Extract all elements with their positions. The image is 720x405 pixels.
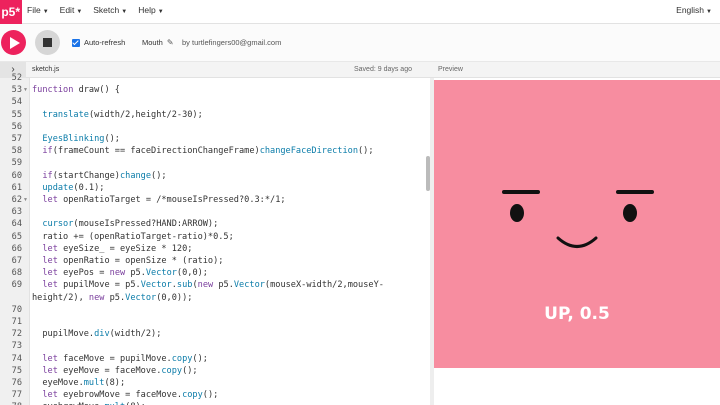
code-line: let eyePos = new p5.Vector(0,0); <box>42 268 208 279</box>
code-line: pupilMove.div(width/2); <box>32 329 162 340</box>
code-line: let pupilMove = p5.Vector.sub(new p5.Vec… <box>42 280 384 291</box>
editor-header: › sketch.js Saved: 9 days ago Preview <box>0 62 720 78</box>
chevron-down-icon: ▼ <box>121 9 128 15</box>
code-line: let openRatio = openSize * (ratio); <box>42 256 224 266</box>
sketch-owner: by turtlefingers00@gmail.com <box>182 38 282 47</box>
line-number: 56 <box>11 121 22 132</box>
line-number: 67 <box>11 256 22 266</box>
fold-icon[interactable]: ▼ <box>23 194 28 206</box>
line-number: 77 <box>11 390 22 401</box>
fold-icon[interactable]: ▼ <box>23 84 28 96</box>
line-number: 72 <box>11 329 22 340</box>
preview-label: Preview <box>438 66 463 73</box>
code-line: let openRatioTarget = /*mouseIsPressed?0… <box>42 195 286 205</box>
right-eye <box>623 204 637 222</box>
sketch-name-label: Mouth <box>142 38 163 47</box>
preview-status-text: UP, 0.5 <box>544 304 610 324</box>
line-number: 75 <box>11 365 22 376</box>
language-label: English <box>676 5 705 15</box>
line-number: 76 <box>11 378 22 388</box>
menu-help-label: Help <box>138 5 156 15</box>
preview-canvas[interactable]: UP, 0.5 <box>434 80 720 368</box>
line-number: 59 <box>11 158 22 169</box>
line-number: 64 <box>11 219 22 230</box>
code-line: let eyeMove = faceMove.copy(); <box>42 365 198 376</box>
line-number: 57 <box>11 134 22 144</box>
line-number: 53 <box>11 85 22 96</box>
sketch-name[interactable]: Mouth ✎ <box>142 38 174 47</box>
saved-status: Saved: 9 days ago <box>354 66 412 73</box>
code-line: update(0.1); <box>42 182 105 193</box>
stop-button[interactable] <box>35 30 60 55</box>
code-editor[interactable]: function draw() { translate(width/2,heig… <box>30 78 430 405</box>
code-line: cursor(mouseIsPressed?HAND:ARROW); <box>42 219 219 230</box>
code-line: height/2), new p5.Vector(0,0)); <box>32 292 193 303</box>
file-name: sketch.js <box>32 66 60 73</box>
line-number: 74 <box>11 353 22 364</box>
code-line: eyeMove.mult(8); <box>32 378 126 388</box>
line-number: 54 <box>11 97 22 108</box>
code-line: let eyeSize_ = eyeSize * 120; <box>42 243 193 254</box>
code-line: EyesBlinking(); <box>42 134 120 144</box>
line-number: 52 <box>11 73 22 83</box>
line-number: 62 <box>11 195 22 205</box>
line-number: 78 <box>0 401 22 405</box>
auto-refresh-checkbox[interactable] <box>72 38 80 47</box>
menu-file[interactable]: File ▼ <box>27 5 49 15</box>
face-drawing <box>502 190 654 248</box>
code-line: let eyebrowMove = faceMove.copy(); <box>42 390 219 401</box>
left-eye <box>510 204 524 222</box>
code-line: let faceMove = pupilMove.copy(); <box>42 353 208 364</box>
line-number: 69 <box>11 280 22 291</box>
code-line: function draw() { <box>32 85 120 96</box>
chevron-down-icon: ▼ <box>706 9 712 15</box>
pencil-icon[interactable]: ✎ <box>167 38 174 47</box>
play-button[interactable] <box>1 30 26 55</box>
chevron-down-icon: ▼ <box>76 9 83 15</box>
code-line: translate(width/2,height/2-30); <box>42 109 203 120</box>
menu-sketch-label: Sketch <box>93 5 120 15</box>
line-number: 70 <box>11 304 22 315</box>
line-number: 63 <box>11 207 22 218</box>
chevron-down-icon: ▼ <box>157 9 164 15</box>
menu-bar: p5* File ▼ Edit ▼ Sketch ▼ Help ▼ English ▼ <box>0 0 720 24</box>
preview-blank-area <box>434 368 720 405</box>
line-number: 55 <box>11 109 22 120</box>
menu-edit-label: Edit <box>59 5 75 15</box>
chevron-down-icon: ▼ <box>42 9 49 15</box>
menu-edit[interactable]: Edit ▼ <box>60 5 83 15</box>
line-number: 71 <box>11 317 22 327</box>
line-number: 58 <box>11 146 22 157</box>
menu-sketch[interactable]: Sketch ▼ <box>93 5 127 15</box>
line-number: 68 <box>11 268 22 279</box>
menu-file-label: File <box>27 5 41 15</box>
auto-refresh-label: Auto-refresh <box>84 38 126 47</box>
p5-logo[interactable]: p5* <box>0 0 22 24</box>
mouth <box>556 236 598 248</box>
line-number: 73 <box>11 341 22 352</box>
code-line: if(startChange)change(); <box>42 170 167 181</box>
line-number: 65 <box>11 231 22 242</box>
line-number-gutter: 52 53 ▼ 54 55 56 57 58 59 60 61 62 ▼ 63 64 65 66 67 68 69 70… <box>0 73 30 405</box>
auto-refresh-toggle[interactable]: Auto-refresh <box>72 38 125 47</box>
code-line: if(frameCount == faceDirectionChangeFram… <box>42 146 374 157</box>
toolbar: Auto-refresh Mouth ✎ by turtlefingers00@… <box>0 24 720 62</box>
code-line: eyebrowMove.mult(8); <box>32 401 146 405</box>
code-line: ratio += (openRatioTarget-ratio)*0.5; <box>32 231 234 242</box>
line-number: 66 <box>11 243 22 254</box>
line-number: 61 <box>11 182 22 193</box>
language-select[interactable]: English ▼ <box>676 5 712 15</box>
line-number: 60 <box>11 170 22 181</box>
main-menu: File ▼ Edit ▼ Sketch ▼ Help ▼ <box>27 5 175 15</box>
menu-help[interactable]: Help ▼ <box>138 5 163 15</box>
